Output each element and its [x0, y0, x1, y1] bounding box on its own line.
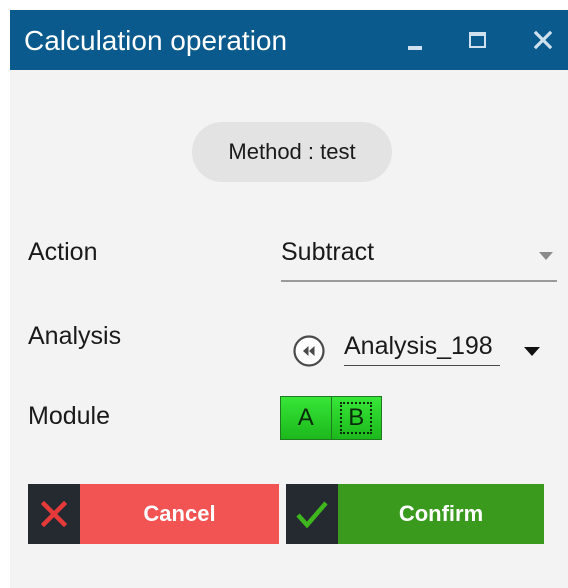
module-b-label: B — [340, 402, 373, 434]
analysis-value: Analysis_198 — [344, 332, 500, 366]
action-dropdown[interactable]: Subtract — [281, 232, 557, 282]
rewind-icon[interactable] — [292, 334, 326, 368]
action-value: Subtract — [281, 238, 375, 266]
caret-down-icon — [524, 344, 540, 362]
method-badge: Method : test — [192, 122, 392, 182]
module-toggle: A B — [280, 396, 382, 440]
confirm-button[interactable]: Confirm — [286, 484, 544, 544]
action-label: Action — [28, 238, 98, 266]
window-title: Calculation operation — [24, 25, 288, 56]
module-a-label: A — [297, 404, 314, 431]
module-a-button[interactable]: A — [281, 397, 331, 439]
title-bar[interactable]: Calculation operation — [10, 10, 568, 70]
minimize-icon[interactable] — [398, 24, 432, 58]
close-icon[interactable] — [526, 24, 560, 58]
maximize-icon[interactable] — [460, 24, 494, 58]
chevron-down-icon — [539, 248, 553, 266]
module-b-button[interactable]: B — [330, 397, 381, 439]
x-icon — [28, 484, 80, 544]
cancel-button[interactable]: Cancel — [28, 484, 279, 544]
module-label: Module — [28, 402, 110, 430]
analysis-dropdown[interactable]: Analysis_198 — [344, 328, 544, 372]
cancel-label: Cancel — [80, 484, 279, 544]
analysis-label: Analysis — [28, 322, 122, 350]
confirm-label: Confirm — [338, 484, 544, 544]
checkmark-icon — [286, 484, 338, 544]
calculation-dialog: Calculation operation Method : test Acti… — [10, 10, 568, 588]
